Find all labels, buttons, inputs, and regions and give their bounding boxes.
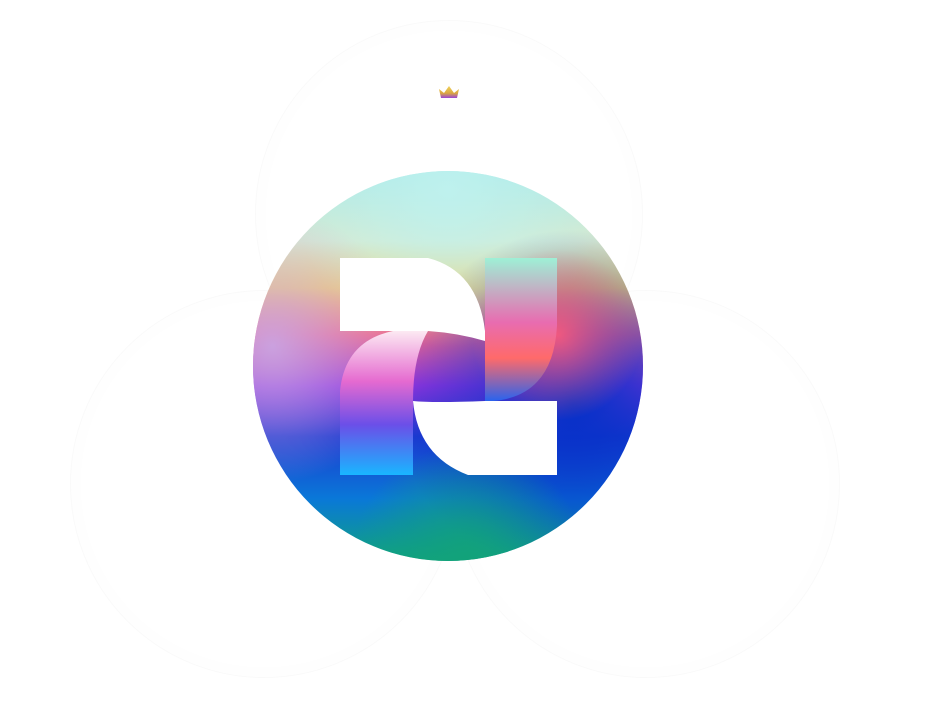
logo-mark-icon <box>253 171 643 561</box>
crown-icon <box>439 86 459 98</box>
canvas <box>0 0 934 709</box>
